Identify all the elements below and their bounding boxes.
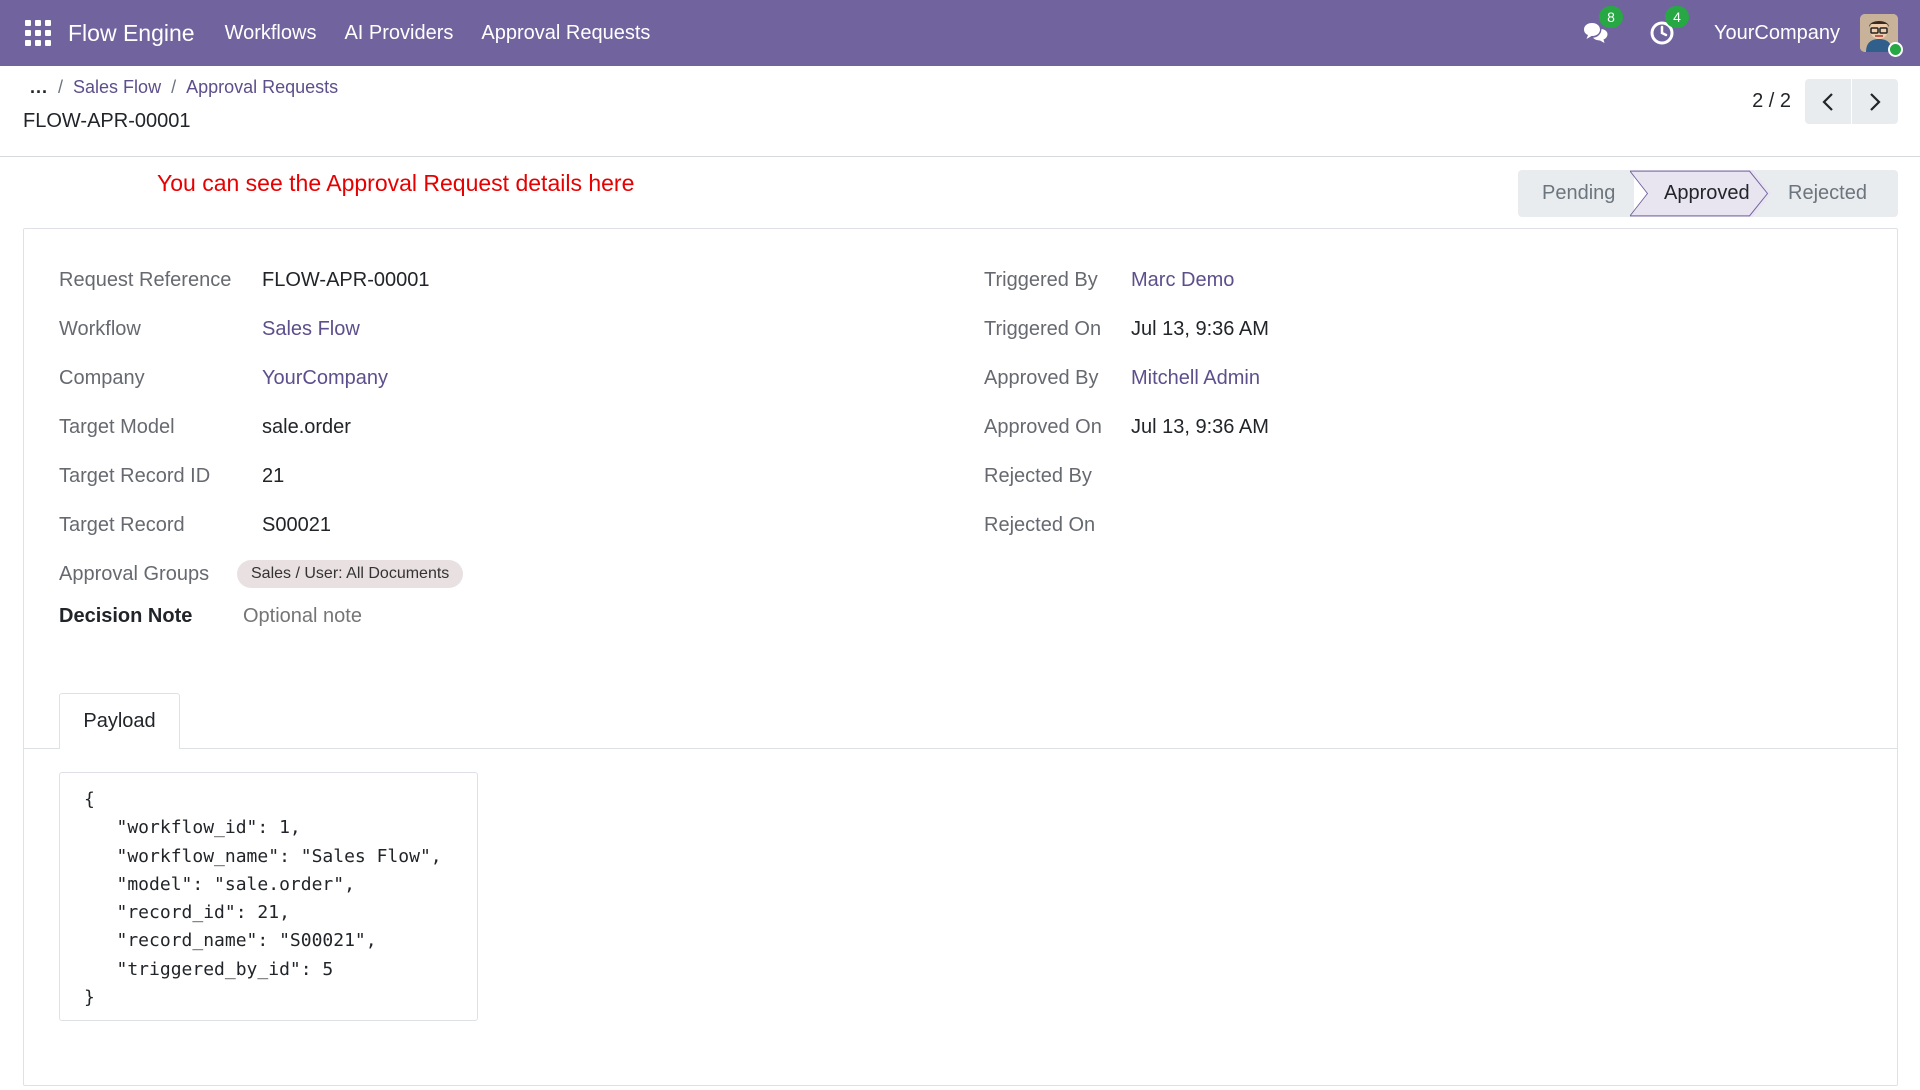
messages-button[interactable]: 8 [1582, 6, 1623, 47]
tab-payload[interactable]: Payload [59, 693, 180, 749]
label-approval-groups: Approval Groups [59, 563, 210, 585]
pager-previous-button[interactable] [1805, 79, 1851, 124]
label-request-reference: Request Reference [59, 269, 232, 291]
chevron-right-icon [1870, 92, 1881, 111]
pager-next-button[interactable] [1852, 79, 1898, 124]
apps-grid-icon[interactable] [25, 20, 51, 46]
value-triggered-by-link[interactable]: Marc Demo [1131, 269, 1234, 292]
label-approved-by: Approved By [984, 367, 1099, 389]
online-status-dot [1888, 42, 1903, 57]
menu-approval-requests[interactable]: Approval Requests [481, 22, 650, 45]
tutorial-annotation: You can see the Approval Request details… [157, 170, 635, 196]
breadcrumb-separator: / [58, 77, 64, 97]
menu-workflows[interactable]: Workflows [225, 22, 317, 45]
app-brand[interactable]: Flow Engine [68, 20, 195, 47]
value-target-record-id[interactable]: 21 [262, 465, 284, 488]
chevron-left-icon [1822, 92, 1833, 111]
user-avatar[interactable] [1860, 14, 1903, 57]
label-target-model: Target Model [59, 416, 175, 438]
value-company-link[interactable]: YourCompany [262, 367, 388, 390]
value-approved-on[interactable]: Jul 13, 9:36 AM [1131, 416, 1269, 439]
payload-json-viewer[interactable]: { "workflow_id": 1, "workflow_name": "Sa… [59, 772, 478, 1021]
value-approved-by-link[interactable]: Mitchell Admin [1131, 367, 1260, 390]
label-company: Company [59, 367, 145, 389]
value-request-reference[interactable]: FLOW-APR-00001 [262, 269, 429, 292]
breadcrumb-more[interactable]: ... [30, 77, 48, 98]
label-triggered-on: Triggered On [984, 318, 1102, 340]
label-workflow: Workflow [59, 318, 141, 340]
approval-group-tag[interactable]: Sales / User: All Documents [237, 560, 464, 588]
activities-button[interactable]: 4 [1648, 6, 1689, 47]
label-approved-on: Approved On [984, 416, 1102, 438]
stage-rejected[interactable]: Rejected [1754, 170, 1898, 217]
label-triggered-by: Triggered By [984, 269, 1098, 291]
stage-pending[interactable]: Pending [1518, 170, 1634, 217]
form-sheet: Request Reference FLOW-APR-00001 Workflo… [23, 228, 1898, 1086]
value-target-model[interactable]: sale.order [262, 416, 351, 439]
breadcrumb-approval-requests[interactable]: Approval Requests [186, 77, 338, 98]
value-workflow-link[interactable]: Sales Flow [262, 318, 360, 341]
breadcrumb-separator: / [171, 77, 177, 97]
company-switcher[interactable]: YourCompany [1714, 22, 1840, 45]
control-panel-divider [0, 156, 1920, 157]
stage-approved[interactable]: Approved [1630, 170, 1772, 217]
status-bar: Pending Approved Rejected [1518, 170, 1898, 217]
decision-note-input[interactable] [243, 605, 743, 628]
notebook-tab-divider [24, 748, 1897, 749]
breadcrumb: ... / Sales Flow / Approval Requests [30, 77, 338, 98]
label-decision-note: Decision Note [59, 605, 193, 627]
messages-count-badge: 8 [1598, 6, 1623, 28]
record-title: FLOW-APR-00001 [23, 110, 191, 132]
label-target-record: Target Record [59, 514, 185, 536]
value-triggered-on[interactable]: Jul 13, 9:36 AM [1131, 318, 1269, 341]
pager-value[interactable]: 2 / 2 [1752, 90, 1791, 113]
menu-ai-providers[interactable]: AI Providers [344, 22, 453, 45]
record-pager: 2 / 2 [1752, 79, 1898, 124]
stage-approved-wrapper: Approved [1630, 170, 1772, 217]
label-rejected-by: Rejected By [984, 465, 1092, 487]
top-navbar: Flow Engine Workflows AI Providers Appro… [0, 0, 1920, 66]
activities-count-badge: 4 [1664, 6, 1689, 28]
label-rejected-on: Rejected On [984, 514, 1096, 536]
value-target-record[interactable]: S00021 [262, 514, 331, 537]
breadcrumb-sales-flow[interactable]: Sales Flow [73, 77, 161, 98]
label-target-record-id: Target Record ID [59, 465, 211, 487]
